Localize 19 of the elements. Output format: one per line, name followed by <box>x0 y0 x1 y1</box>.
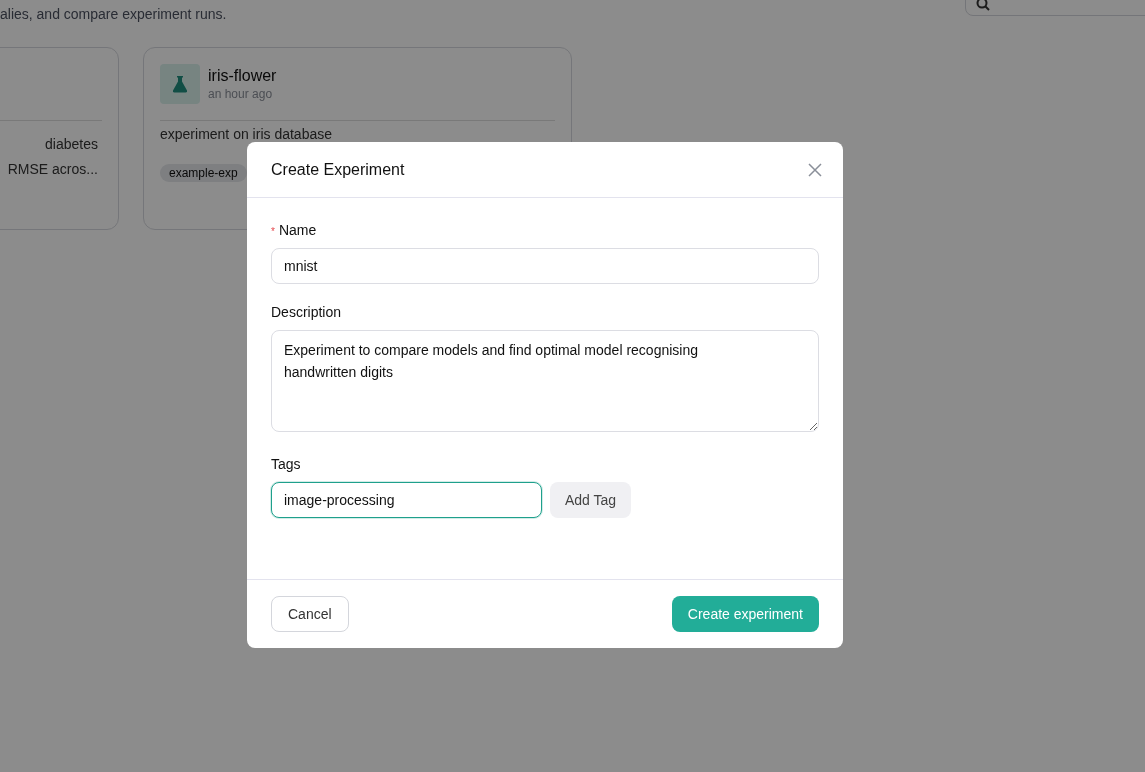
experiment-name: iris-flower <box>208 67 277 85</box>
field-label: Tags <box>271 456 301 472</box>
experiment-card[interactable]: diabetes RMSE acros... <box>0 47 119 230</box>
dialog-title: Create Experiment <box>271 160 405 179</box>
description-textarea[interactable]: Experiment to compare models and find optimal model recognising handwritten digits <box>271 330 819 432</box>
add-tag-button[interactable]: Add Tag <box>550 482 632 518</box>
search-icon <box>976 0 990 11</box>
name-input[interactable]: mnist <box>271 248 819 284</box>
cancel-button[interactable]: Cancel <box>271 596 349 632</box>
flask-icon <box>160 64 200 104</box>
experiment-time: an hour ago <box>208 87 274 101</box>
experiment-tag: example-exp <box>160 164 247 182</box>
card-description: diabetes <box>45 135 98 154</box>
card-description: experiment on iris database <box>160 126 333 142</box>
field-label: Description <box>271 304 342 320</box>
page-subtitle: alies, and compare experiment runs. <box>0 6 227 22</box>
close-icon[interactable] <box>808 162 822 177</box>
tag-input[interactable]: image-processing <box>271 482 542 518</box>
card-description: RMSE acros... <box>7 160 98 179</box>
